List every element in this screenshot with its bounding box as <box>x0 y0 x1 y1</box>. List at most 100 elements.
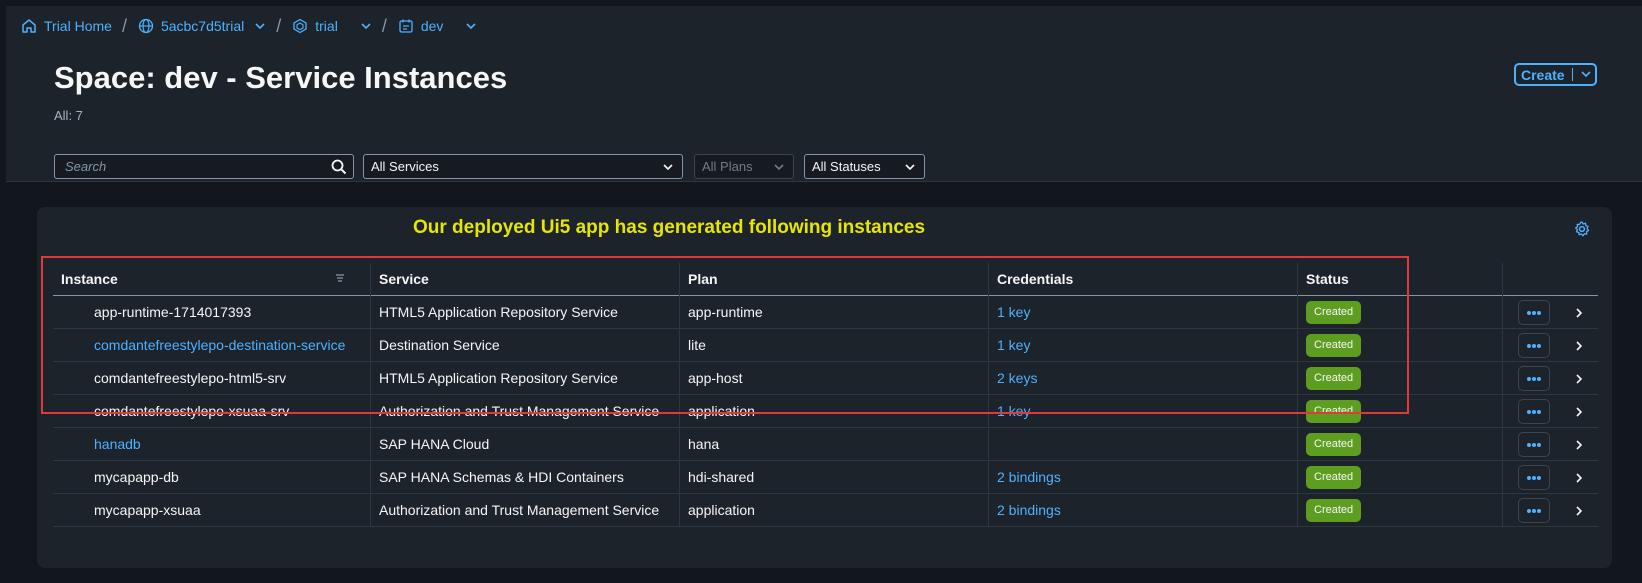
annotation-text: Our deployed Ui5 app has generated follo… <box>413 217 926 238</box>
status-cell: Created <box>1297 329 1502 362</box>
credentials-link[interactable]: 2 bindings <box>988 494 1297 527</box>
status-cell: Created <box>1297 494 1502 527</box>
column-header-credentials[interactable]: Credentials <box>988 263 1297 296</box>
status-cell: Created <box>1297 461 1502 494</box>
page-title: Space: dev - Service Instances <box>54 60 508 95</box>
breadcrumb-subaccount[interactable]: trial <box>291 17 338 35</box>
breadcrumb-separator: / <box>381 15 387 36</box>
more-actions-button[interactable] <box>1518 432 1550 457</box>
chevron-right-icon[interactable] <box>1573 504 1585 520</box>
table-row[interactable]: mycapapp-xsuaa Authorization and Trust Ma… <box>53 494 1598 527</box>
column-header-instance[interactable]: Instance <box>53 263 370 296</box>
column-header-service[interactable]: Service <box>370 263 679 296</box>
table-row[interactable]: comdantefreestylepo-xsuaa-srv Authorizati… <box>53 395 1598 428</box>
status-cell: Created <box>1297 362 1502 395</box>
status-badge: Created <box>1306 399 1362 423</box>
plans-filter-select[interactable]: All Plans <box>694 154 794 179</box>
breadcrumb-trial-home[interactable]: Trial Home <box>20 17 112 35</box>
chevron-right-icon[interactable] <box>1573 339 1585 355</box>
plan-cell: app-host <box>679 362 988 395</box>
services-filter-select[interactable]: All Services <box>363 154 683 179</box>
search-input[interactable] <box>65 159 320 174</box>
breadcrumb-separator: / <box>276 15 282 36</box>
instance-name-cell[interactable]: hanadb <box>53 428 370 461</box>
chevron-right-icon[interactable] <box>1573 438 1585 454</box>
plan-cell: hdi-shared <box>679 461 988 494</box>
breadcrumb-separator: / <box>121 15 127 36</box>
chevron-down-icon[interactable] <box>254 20 266 32</box>
instance-name-cell: app-runtime-1714017393 <box>94 304 252 320</box>
more-actions-button[interactable] <box>1518 498 1550 523</box>
chevron-right-icon[interactable] <box>1573 372 1585 388</box>
status-badge: Created <box>1306 432 1362 456</box>
table-header: Instance Service Plan Credentials Status <box>53 263 1598 296</box>
create-button-label: Create <box>1521 66 1565 83</box>
credentials-link[interactable]: 2 keys <box>988 362 1297 395</box>
instance-name-cell: comdantefreestylepo-xsuaa-srv <box>94 403 290 419</box>
service-cell: Authorization and Trust Management Servi… <box>370 494 679 527</box>
more-actions-button[interactable] <box>1518 399 1550 424</box>
chevron-right-icon[interactable] <box>1573 405 1585 421</box>
service-cell: HTML5 Application Repository Service <box>370 296 679 329</box>
chevron-down-icon <box>904 161 916 176</box>
plan-cell: lite <box>679 329 988 362</box>
breadcrumb: Trial Home / 5acbc7d5trial / trial / dev <box>6 6 1642 46</box>
chevron-down-icon <box>773 161 785 176</box>
more-actions-button[interactable] <box>1518 366 1550 391</box>
credentials-link[interactable]: 1 key <box>988 296 1297 329</box>
plan-cell: application <box>679 494 988 527</box>
search-field[interactable] <box>54 154 354 179</box>
chevron-right-icon[interactable] <box>1573 306 1585 322</box>
table-row[interactable]: comdantefreestylepo-destination-service D… <box>53 329 1598 362</box>
instances-table: Instance Service Plan Credentials Status… <box>53 263 1598 527</box>
status-cell: Created <box>1297 296 1502 329</box>
gear-icon[interactable] <box>1574 221 1590 242</box>
chevron-down-icon[interactable] <box>1580 67 1592 83</box>
table-body: app-runtime-1714017393 HTML5 Application … <box>53 296 1598 527</box>
column-header-actions <box>1502 263 1598 296</box>
more-actions-button[interactable] <box>1518 333 1550 358</box>
instance-name-cell: mycapapp-xsuaa <box>94 502 201 518</box>
service-cell: HTML5 Application Repository Service <box>370 362 679 395</box>
instance-count: All: 7 <box>54 108 83 123</box>
credentials-link[interactable]: 1 key <box>988 395 1297 428</box>
breadcrumb-space[interactable]: dev <box>397 17 444 35</box>
service-cell: Authorization and Trust Management Servi… <box>370 395 679 428</box>
column-header-plan[interactable]: Plan <box>679 263 988 296</box>
chevron-right-icon[interactable] <box>1573 471 1585 487</box>
chevron-down-icon[interactable] <box>465 20 477 32</box>
credentials-link[interactable] <box>988 428 1297 461</box>
service-cell: SAP HANA Cloud <box>370 428 679 461</box>
credentials-link[interactable]: 2 bindings <box>988 461 1297 494</box>
search-icon[interactable] <box>331 159 347 180</box>
instance-name-cell: mycapapp-db <box>94 469 179 485</box>
breadcrumb-global-account[interactable]: 5acbc7d5trial <box>137 17 244 35</box>
table-row[interactable]: comdantefreestylepo-html5-srv HTML5 Appli… <box>53 362 1598 395</box>
sort-icon[interactable] <box>334 263 346 296</box>
instance-name-cell: comdantefreestylepo-html5-srv <box>94 370 287 386</box>
instance-name-cell[interactable]: comdantefreestylepo-destination-service <box>53 329 370 362</box>
more-actions-button[interactable] <box>1518 465 1550 490</box>
statuses-filter-select[interactable]: All Statuses <box>804 154 925 179</box>
breadcrumb-label: Trial Home <box>44 18 112 34</box>
space-icon <box>397 17 415 35</box>
table-row[interactable]: app-runtime-1714017393 HTML5 Application … <box>53 296 1598 329</box>
services-filter-value: All Services <box>371 159 439 174</box>
breadcrumb-label: dev <box>420 18 444 34</box>
table-row[interactable]: mycapapp-db SAP HANA Schemas & HDI Contai… <box>53 461 1598 494</box>
more-actions-button[interactable] <box>1518 300 1550 325</box>
status-badge: Created <box>1306 333 1362 357</box>
credentials-link[interactable]: 1 key <box>988 329 1297 362</box>
status-badge: Created <box>1306 300 1362 324</box>
home-icon <box>20 17 38 35</box>
service-cell: Destination Service <box>370 329 679 362</box>
plan-cell: app-runtime <box>679 296 988 329</box>
service-cell: SAP HANA Schemas & HDI Containers <box>370 461 679 494</box>
create-button[interactable]: Create <box>1514 63 1597 86</box>
status-badge: Created <box>1306 366 1362 390</box>
chevron-down-icon[interactable] <box>360 20 372 32</box>
breadcrumb-label: 5acbc7d5trial <box>160 18 245 34</box>
table-row[interactable]: hanadb SAP HANA Cloud hana Created <box>53 428 1598 461</box>
status-cell: Created <box>1297 395 1502 428</box>
column-header-status[interactable]: Status <box>1297 263 1502 296</box>
